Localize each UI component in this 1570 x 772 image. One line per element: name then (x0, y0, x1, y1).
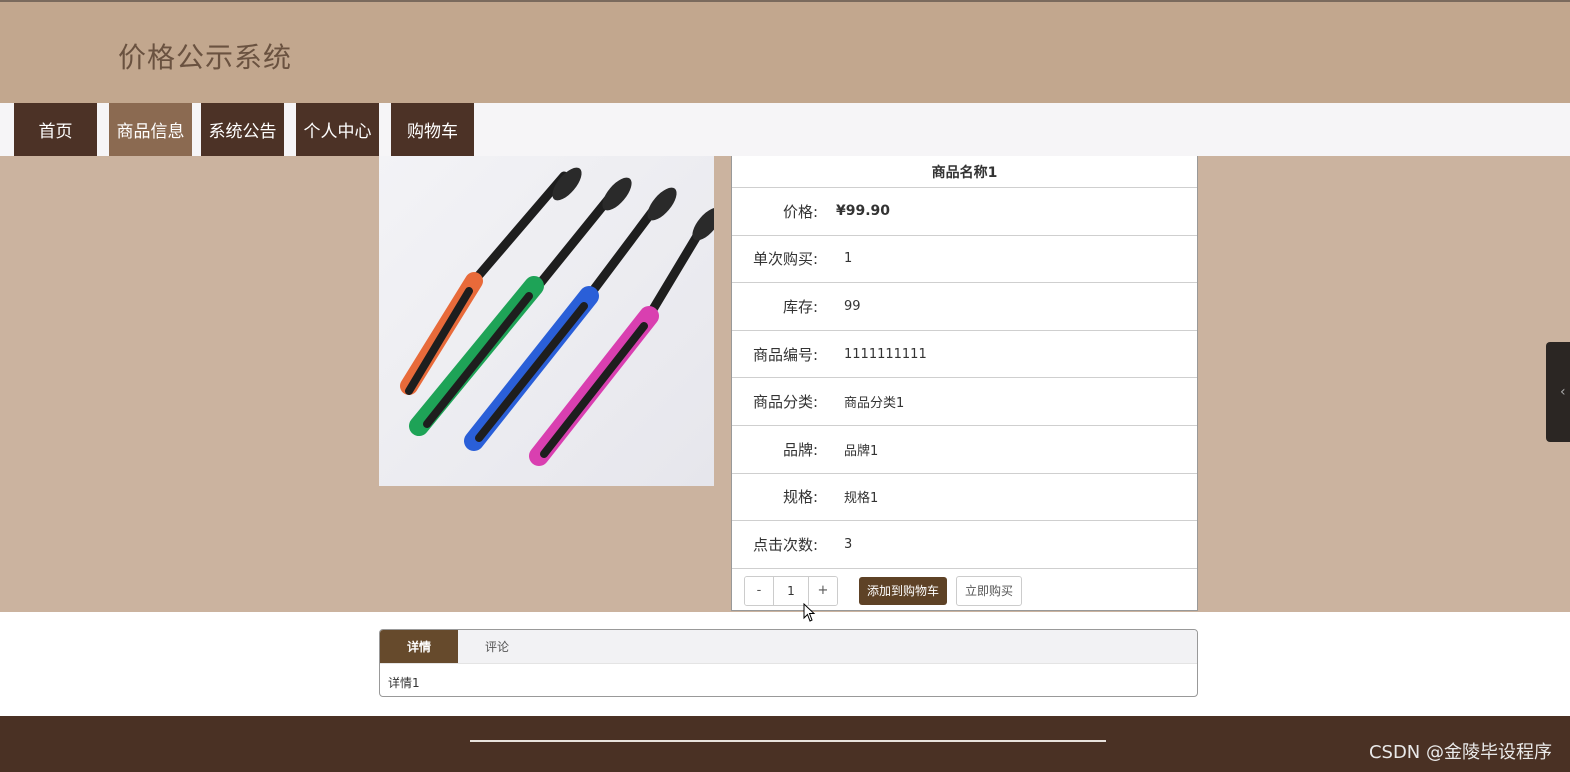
add-to-cart-button[interactable]: 添加到购物车 (859, 576, 948, 605)
product-name: 商品名称1 (732, 156, 1197, 188)
site-header: 价格公示系统 (0, 2, 1570, 103)
product-image (379, 156, 714, 486)
info-row-product-code: 商品编号: 1111111111 (732, 331, 1197, 379)
info-row-spec: 规格: 规格1 (732, 474, 1197, 522)
click-count-label: 点击次数: (752, 535, 818, 554)
info-row-single-purchase: 单次购买: 1 (732, 236, 1197, 284)
info-row-price: 价格: ¥99.90 (732, 188, 1197, 236)
main-navigation: 首页 商品信息 系统公告 个人中心 购物车 (0, 103, 1570, 156)
nav-item-cart[interactable]: 购物车 (391, 103, 474, 156)
footer-divider (470, 740, 1106, 742)
site-footer: CSDN @金陵毕设程序 (0, 716, 1570, 772)
brand-label: 品牌: (782, 440, 818, 459)
decrease-quantity-button[interactable]: - (745, 576, 773, 605)
brush-orange (400, 167, 582, 395)
tab-content: 详情1 (388, 676, 420, 690)
brand-value: 品牌1 (844, 443, 879, 459)
nav-item-home[interactable]: 首页 (14, 103, 97, 156)
nav-item-announcements[interactable]: 系统公告 (201, 103, 284, 156)
watermark: CSDN @金陵毕设程序 (1368, 742, 1552, 763)
quantity-stepper: - + (744, 575, 838, 606)
purchase-actions: - + 添加到购物车 立即购买 (732, 569, 1197, 613)
stock-value: 99 (844, 298, 861, 314)
spec-label: 规格: (782, 488, 818, 507)
product-code-value: 1111111111 (844, 346, 927, 362)
site-title: 价格公示系统 (118, 41, 293, 74)
product-info-panel: 商品名称1 价格: ¥99.90 单次购买: 1 库存: 99 商品编号: 11… (731, 156, 1198, 611)
increase-quantity-button[interactable]: + (809, 576, 837, 605)
chevron-left-icon: ‹ (1560, 384, 1566, 400)
category-value: 商品分类1 (844, 396, 905, 412)
spec-value: 规格1 (844, 491, 879, 507)
side-panel-toggle[interactable]: ‹ (1546, 342, 1570, 442)
mouse-cursor-icon (803, 603, 816, 622)
price-value: ¥99.90 (836, 203, 891, 220)
nav-item-products[interactable]: 商品信息 (109, 103, 192, 156)
price-label: 价格: (782, 202, 818, 221)
product-tabs: 详情 评论 详情1 (379, 629, 1198, 697)
info-row-click-count: 点击次数: 3 (732, 521, 1197, 569)
tab-details[interactable]: 详情 (380, 630, 458, 663)
click-count-value: 3 (844, 536, 853, 552)
product-code-label: 商品编号: (752, 345, 818, 364)
info-row-stock: 库存: 99 (732, 283, 1197, 331)
category-label: 商品分类: (752, 393, 818, 412)
single-purchase-value: 1 (844, 251, 853, 267)
quantity-input[interactable] (773, 576, 809, 605)
tab-comments[interactable]: 评论 (458, 630, 536, 663)
stock-label: 库存: (782, 297, 818, 316)
info-row-brand: 品牌: 品牌1 (732, 426, 1197, 474)
info-row-category: 商品分类: 商品分类1 (732, 378, 1197, 426)
buy-now-button[interactable]: 立即购买 (956, 575, 1023, 606)
tabs-bar: 详情 评论 (380, 630, 1197, 664)
single-purchase-label: 单次购买: (752, 250, 818, 269)
nav-item-personal-center[interactable]: 个人中心 (296, 103, 379, 156)
toothbrush-illustration (400, 167, 714, 466)
